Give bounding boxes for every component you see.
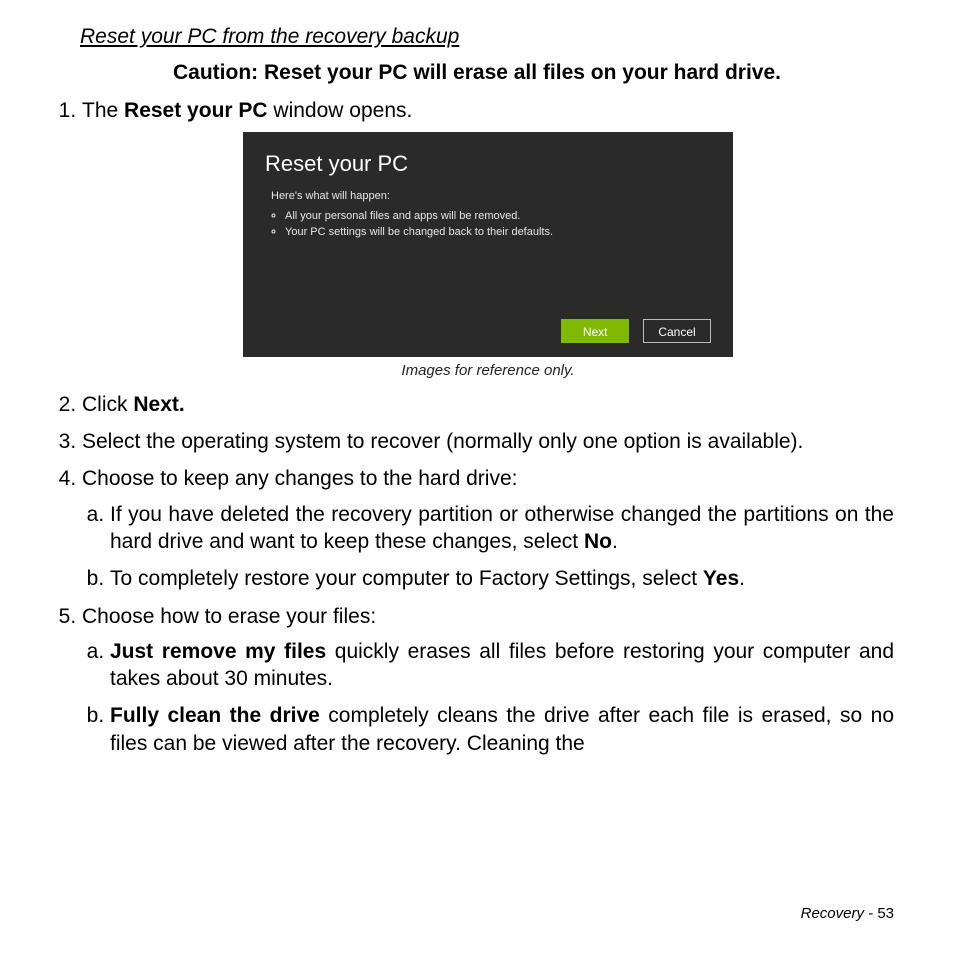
caution-text: Caution: Reset your PC will erase all fi… [60, 61, 894, 85]
step4b-bold: Yes [703, 567, 739, 590]
step4b-pre: To completely restore your computer to F… [110, 567, 703, 590]
step-5: Choose how to erase your files: Just rem… [82, 603, 894, 757]
dialog-title: Reset your PC [265, 150, 711, 179]
step4b-post: . [739, 567, 745, 590]
page-footer: Recovery - 53 [801, 905, 894, 922]
dialog-bullet: All your personal files and apps will be… [285, 209, 711, 223]
step5-text: Choose how to erase your files: [82, 605, 376, 628]
step1-bold: Reset your PC [124, 99, 268, 122]
step-2: Click Next. [82, 391, 894, 418]
document-page: Reset your PC from the recovery backup C… [0, 0, 954, 954]
step4a-bold: No [584, 530, 612, 553]
step4-sublist: If you have deleted the recovery partiti… [82, 501, 894, 593]
dialog-button-row: Next Cancel [553, 316, 711, 343]
step-list: The Reset your PC window opens. Reset yo… [60, 97, 894, 757]
step4a-pre: If you have deleted the recovery partiti… [110, 503, 894, 553]
step2-pre: Click [82, 393, 133, 416]
section-heading: Reset your PC from the recovery backup [80, 25, 894, 49]
step-1: The Reset your PC window opens. Reset yo… [82, 97, 894, 381]
screenshot-container: Reset your PC Here's what will happen: A… [82, 132, 894, 381]
next-button[interactable]: Next [561, 319, 629, 343]
footer-label: Recovery - [801, 905, 878, 922]
dialog-subhead: Here's what will happen: [271, 189, 711, 203]
step-4b: To completely restore your computer to F… [110, 565, 894, 592]
step5a-bold: Just remove my files [110, 640, 326, 663]
page-number: 53 [877, 905, 894, 922]
step5-sublist: Just remove my files quickly erases all … [82, 638, 894, 757]
step1-pre: The [82, 99, 124, 122]
step-4: Choose to keep any changes to the hard d… [82, 465, 894, 592]
screenshot-caption: Images for reference only. [82, 361, 894, 381]
reset-pc-screenshot: Reset your PC Here's what will happen: A… [243, 132, 733, 357]
step4-text: Choose to keep any changes to the hard d… [82, 467, 517, 490]
step1-post: window opens. [268, 99, 413, 122]
cancel-button[interactable]: Cancel [643, 319, 711, 343]
step-4a: If you have deleted the recovery partiti… [110, 501, 894, 556]
step-5a: Just remove my files quickly erases all … [110, 638, 894, 693]
step-5b: Fully clean the drive completely cleans … [110, 702, 894, 757]
step5b-bold: Fully clean the drive [110, 704, 320, 727]
step2-bold: Next. [133, 393, 184, 416]
step4a-post: . [612, 530, 618, 553]
dialog-bullets: All your personal files and apps will be… [271, 209, 711, 240]
dialog-bullet: Your PC settings will be changed back to… [285, 225, 711, 239]
step-3: Select the operating system to recover (… [82, 428, 894, 455]
